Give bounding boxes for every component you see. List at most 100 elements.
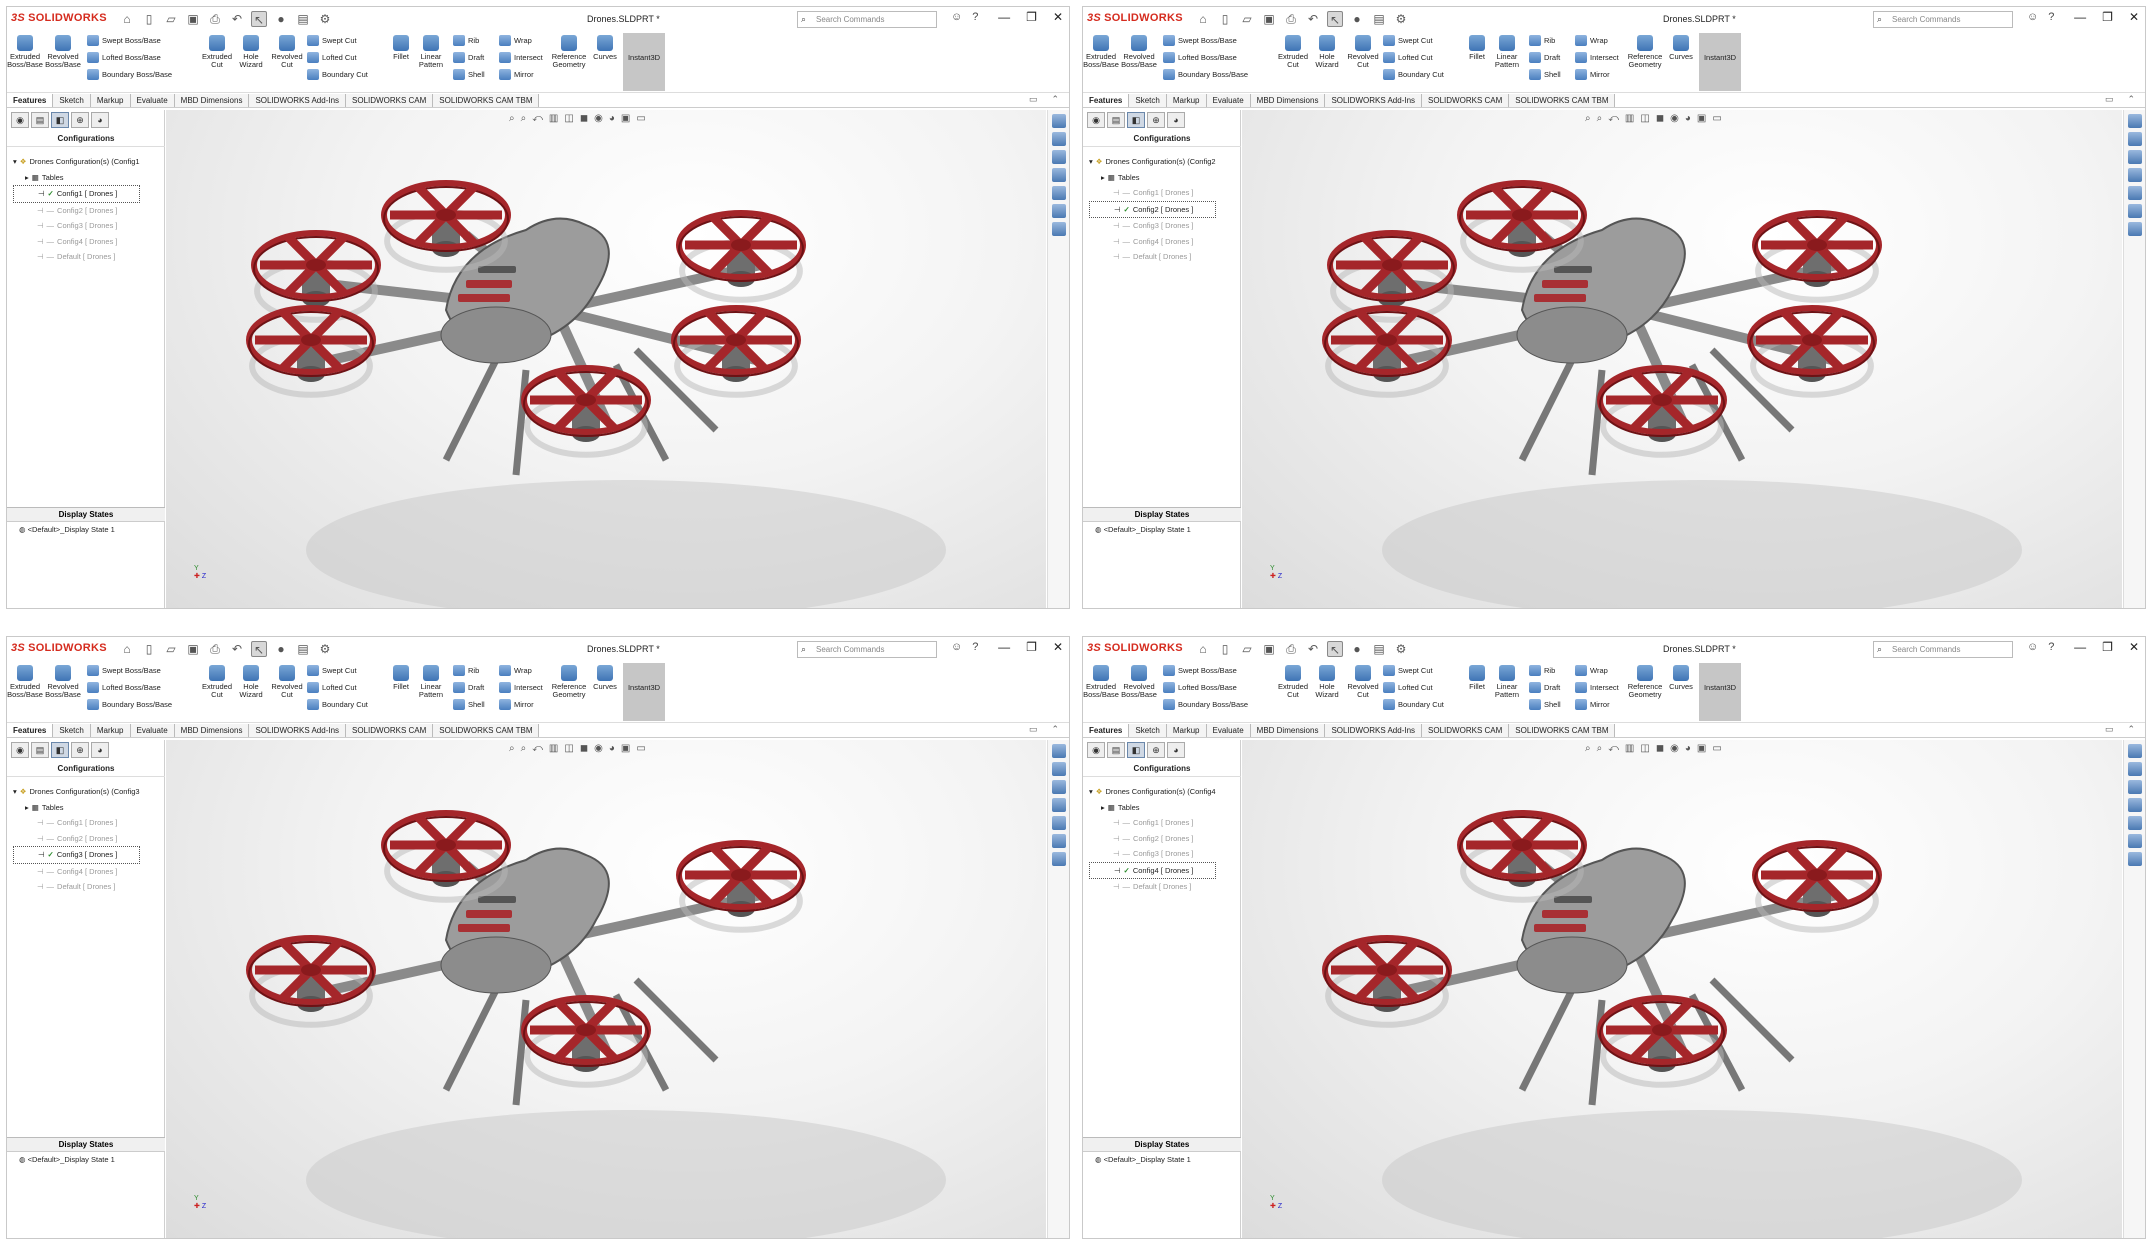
tables-row[interactable]: ▸ ▦ Tables xyxy=(1089,170,1216,186)
lofted-boss-button[interactable]: Lofted Boss/Base xyxy=(1163,52,1237,63)
drone-model[interactable] xyxy=(1272,760,2122,1239)
boundary-cut-button[interactable]: Boundary Cut xyxy=(1383,699,1444,710)
file-properties-icon[interactable]: ▤ xyxy=(295,11,311,27)
select-icon[interactable]: ↖ xyxy=(251,11,267,27)
tab-2[interactable]: Markup xyxy=(1166,94,1207,107)
minimize-icon[interactable]: — xyxy=(2074,10,2086,24)
linear-pattern-button[interactable]: Linear Pattern xyxy=(1489,665,1525,699)
mirror-button[interactable]: Mirror xyxy=(499,69,534,80)
options-icon[interactable]: ⚙ xyxy=(317,641,333,657)
tab-1[interactable]: Sketch xyxy=(53,724,91,737)
tab-6[interactable]: SOLIDWORKS CAM xyxy=(1422,724,1510,737)
hide-show-icon[interactable]: ◉ xyxy=(1670,743,1679,754)
wrap-button[interactable]: Wrap xyxy=(499,35,532,46)
view-settings-icon[interactable]: ▭ xyxy=(1712,743,1721,754)
save-icon[interactable]: ▣ xyxy=(185,11,201,27)
zoom-fit-icon[interactable]: ⌕ xyxy=(1585,743,1591,754)
extruded-boss-button[interactable]: Extruded Boss/Base xyxy=(7,665,43,699)
property-manager-icon[interactable]: ▤ xyxy=(1107,112,1125,128)
save-icon[interactable]: ▣ xyxy=(1261,11,1277,27)
scene-icon[interactable]: ▣ xyxy=(1697,743,1706,754)
previous-view-icon[interactable]: ⤺ xyxy=(532,743,543,754)
restore-icon[interactable]: ❐ xyxy=(2102,10,2113,24)
rotor[interactable] xyxy=(671,305,801,398)
save-icon[interactable]: ▣ xyxy=(1261,641,1277,657)
display-style-icon[interactable]: ◼ xyxy=(580,743,588,754)
instant3d-button[interactable]: Instant3D xyxy=(623,663,665,721)
intersect-button[interactable]: Intersect xyxy=(1575,682,1619,693)
intersect-button[interactable]: Intersect xyxy=(499,52,543,63)
configuration-manager-icon[interactable]: ◧ xyxy=(51,112,69,128)
tab-6[interactable]: SOLIDWORKS CAM xyxy=(346,94,434,107)
new-file-icon[interactable]: ▯ xyxy=(141,641,157,657)
revolved-cut-button[interactable]: Revolved Cut xyxy=(1345,665,1381,699)
help-icon[interactable]: ? xyxy=(2048,11,2054,23)
hide-show-icon[interactable]: ◉ xyxy=(594,113,603,124)
instant3d-button[interactable]: Instant3D xyxy=(1699,33,1741,91)
config-item[interactable]: ⊣ — Config1 [ Drones ] xyxy=(1089,185,1216,201)
display-manager-icon[interactable]: ◕ xyxy=(1167,112,1185,128)
dimxpert-icon[interactable]: ⊕ xyxy=(71,742,89,758)
search-input[interactable]: ⌕ Search Commands xyxy=(1873,641,2013,658)
revolved-cut-button[interactable]: Revolved Cut xyxy=(269,665,305,699)
forum-icon[interactable] xyxy=(1051,222,1066,236)
rotor[interactable] xyxy=(676,210,806,303)
revolved-cut-button[interactable]: Revolved Cut xyxy=(269,35,305,69)
open-icon[interactable]: ▱ xyxy=(163,641,179,657)
feature-manager-icon[interactable]: ◉ xyxy=(11,742,29,758)
user-icon[interactable]: ☺ xyxy=(2027,11,2038,23)
tab-6[interactable]: SOLIDWORKS CAM xyxy=(1422,94,1510,107)
pane-split-icon[interactable]: ▭ xyxy=(1029,94,1038,105)
feature-manager-icon[interactable]: ◉ xyxy=(11,112,29,128)
reference-geometry-button[interactable]: Reference Geometry xyxy=(551,35,587,69)
zoom-area-icon[interactable]: ⌕ xyxy=(521,743,527,754)
tab-0[interactable]: Features xyxy=(7,94,54,107)
extruded-boss-button[interactable]: Extruded Boss/Base xyxy=(1083,35,1119,69)
minimize-icon[interactable]: — xyxy=(2074,640,2086,654)
home-icon[interactable]: ⌂ xyxy=(119,11,135,27)
file-explorer-icon[interactable] xyxy=(1051,150,1066,164)
scene-icon[interactable]: ▣ xyxy=(621,113,630,124)
display-manager-icon[interactable]: ◕ xyxy=(91,742,109,758)
view-palette-icon[interactable] xyxy=(1051,798,1066,812)
config-root[interactable]: ▾ ❖ Drones Configuration(s) (Config1 xyxy=(13,154,140,170)
shell-button[interactable]: Shell xyxy=(453,69,485,80)
display-state-item[interactable]: ◍ <Default>_Display State 1 xyxy=(1095,525,1191,534)
print-icon[interactable]: ⎙ xyxy=(207,641,223,657)
help-icon[interactable]: ? xyxy=(2048,641,2054,653)
lofted-cut-button[interactable]: Lofted Cut xyxy=(307,682,357,693)
tables-row[interactable]: ▸ ▦ Tables xyxy=(13,170,140,186)
extruded-boss-button[interactable]: Extruded Boss/Base xyxy=(7,35,43,69)
tab-1[interactable]: Sketch xyxy=(53,94,91,107)
pane-split-icon[interactable]: ▭ xyxy=(2105,724,2114,735)
config-item[interactable]: ⊣ — Config3 [ Drones ] xyxy=(13,218,140,234)
undo-icon[interactable]: ↶ xyxy=(229,641,245,657)
lofted-boss-button[interactable]: Lofted Boss/Base xyxy=(87,682,161,693)
appearances-icon[interactable] xyxy=(2127,816,2142,830)
new-file-icon[interactable]: ▯ xyxy=(1217,11,1233,27)
rib-button[interactable]: Rib xyxy=(453,35,479,46)
instant3d-button[interactable]: Instant3D xyxy=(1699,663,1741,721)
collapse-icon[interactable]: ▸ xyxy=(1101,800,1105,816)
home-icon[interactable]: ⌂ xyxy=(119,641,135,657)
undo-icon[interactable]: ↶ xyxy=(1305,11,1321,27)
file-explorer-icon[interactable] xyxy=(1051,780,1066,794)
tab-1[interactable]: Sketch xyxy=(1129,94,1167,107)
pane-split-icon[interactable]: ▭ xyxy=(1029,724,1038,735)
property-manager-icon[interactable]: ▤ xyxy=(1107,742,1125,758)
hide-show-icon[interactable]: ◉ xyxy=(594,743,603,754)
shell-button[interactable]: Shell xyxy=(453,699,485,710)
expand-icon[interactable]: ▾ xyxy=(1089,784,1093,800)
swept-cut-button[interactable]: Swept Cut xyxy=(307,35,357,46)
tab-2[interactable]: Markup xyxy=(1166,724,1207,737)
file-explorer-icon[interactable] xyxy=(2127,150,2142,164)
zoom-area-icon[interactable]: ⌕ xyxy=(1597,743,1603,754)
forum-icon[interactable] xyxy=(1051,852,1066,866)
drone-model[interactable] xyxy=(196,130,1046,609)
user-icon[interactable]: ☺ xyxy=(2027,641,2038,653)
dimxpert-icon[interactable]: ⊕ xyxy=(71,112,89,128)
tables-row[interactable]: ▸ ▦ Tables xyxy=(1089,800,1216,816)
collapse-icon[interactable]: ▸ xyxy=(25,170,29,186)
tab-0[interactable]: Features xyxy=(7,724,54,737)
tab-1[interactable]: Sketch xyxy=(1129,724,1167,737)
